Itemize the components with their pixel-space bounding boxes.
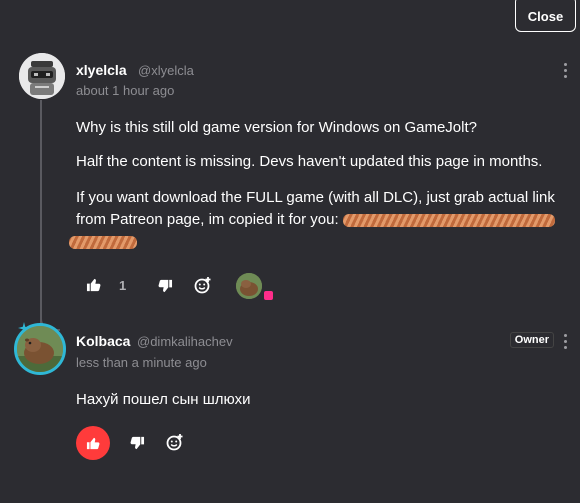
comment-username[interactable]: xlyelcla [76, 62, 127, 78]
thumbs-up-icon [86, 437, 100, 449]
close-button[interactable]: Close [515, 0, 576, 32]
owner-badge: Owner [509, 332, 554, 348]
avatar[interactable] [19, 53, 65, 99]
capybara-avatar-icon [17, 326, 63, 372]
comment-paragraph: Нахуй пошел сын шлюхи [76, 391, 251, 408]
add-reaction-icon[interactable] [194, 276, 212, 294]
thumbs-up-icon[interactable] [86, 278, 101, 292]
avatar[interactable] [14, 323, 66, 375]
add-reaction-icon[interactable] [166, 433, 184, 451]
comment-handle[interactable]: @dimkalihachev [137, 334, 233, 349]
comment-paragraph: If you want download the FULL game (with… [76, 187, 566, 231]
robot-avatar-icon [19, 53, 65, 99]
reaction-indicator [264, 291, 273, 300]
like-count: 1 [119, 278, 127, 293]
comment-handle[interactable]: @xlyelcla [138, 63, 194, 78]
thread-line [40, 100, 42, 330]
kebab-menu-icon[interactable] [564, 63, 568, 78]
comment-paragraph: Why is this still old game version for W… [76, 119, 477, 136]
comment-username[interactable]: Kolbaca [76, 333, 130, 349]
comment-timestamp[interactable]: about 1 hour ago [76, 83, 174, 98]
capybara-avatar-icon [236, 273, 262, 299]
comment-timestamp[interactable]: less than a minute ago [76, 355, 207, 370]
thumbs-down-icon[interactable] [130, 436, 145, 450]
reaction-avatar[interactable] [236, 273, 262, 299]
kebab-menu-icon[interactable] [564, 334, 568, 349]
redacted-link [69, 236, 137, 249]
comment-paragraph: Half the content is missing. Devs haven'… [76, 153, 543, 170]
thumbs-down-icon[interactable] [158, 279, 173, 293]
like-button-active[interactable] [76, 426, 110, 460]
redacted-link [342, 213, 555, 227]
